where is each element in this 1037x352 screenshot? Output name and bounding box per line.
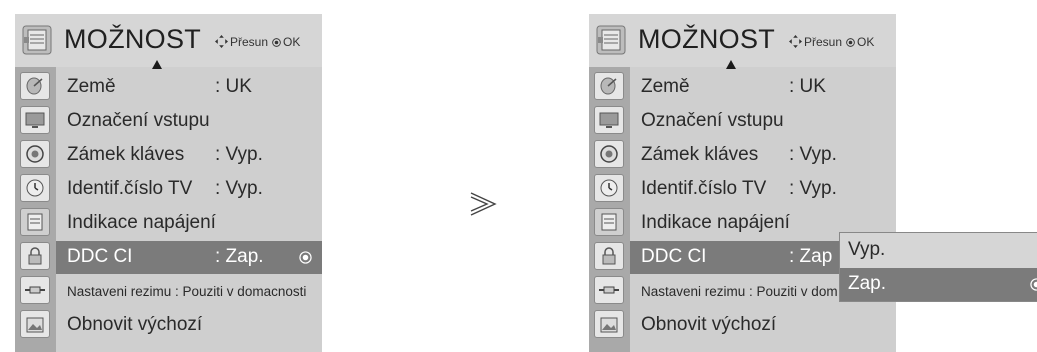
row-label: Identif.číslo TV	[641, 178, 767, 199]
menu-title-bar: MOŽNOST Přesun OK	[15, 14, 322, 67]
row-value: : Zap.	[215, 246, 264, 267]
next-step-chevron-icon	[470, 192, 497, 216]
row-label: Země	[67, 76, 116, 97]
photo-icon[interactable]	[20, 310, 50, 338]
photo-icon[interactable]	[594, 310, 624, 338]
category-icon-column	[589, 67, 630, 352]
menu-row-power-indicator[interactable]: Indikace napájení	[56, 207, 322, 240]
option-icon[interactable]	[20, 208, 50, 236]
menu-row-mode-setting[interactable]: Nastaveni rezimu : Pouziti v domacnosti	[56, 275, 322, 308]
row-label: Indikace napájení	[641, 212, 790, 233]
ok-button-icon	[272, 38, 281, 47]
row-label: Zámek kláves	[641, 144, 759, 165]
option-label: Zap.	[848, 273, 887, 294]
row-value: : Vyp.	[789, 178, 837, 199]
option-menu-icon	[22, 25, 52, 55]
row-label: Obnovit výchozí	[67, 314, 203, 335]
speaker-icon[interactable]	[20, 140, 50, 168]
menu-row-tv-id[interactable]: Identif.číslo TV : Vyp.	[56, 173, 322, 206]
ok-button-icon	[846, 38, 855, 47]
row-label: Identif.číslo TV	[67, 178, 193, 199]
option-icon[interactable]	[594, 208, 624, 236]
menu-title: MOŽNOST	[638, 24, 776, 54]
menu-row-country[interactable]: Země : UK	[630, 71, 896, 104]
row-label: Nastaveni rezimu : Pouziti v domacnosti	[67, 284, 307, 299]
row-label: Indikace napájení	[67, 212, 216, 233]
row-label: Obnovit výchozí	[641, 314, 777, 335]
row-value: : Zap	[789, 246, 833, 267]
hint-move-label: Přesun	[804, 35, 843, 49]
row-label: Označení vstupu	[641, 110, 784, 131]
row-label: Zámek kláves	[67, 144, 185, 165]
row-label: DDC CI	[67, 246, 133, 267]
row-label: Označení vstupu	[67, 110, 210, 131]
option-label: Vyp.	[848, 239, 886, 260]
input-cable-icon[interactable]	[594, 276, 624, 304]
dropdown-option-on[interactable]: Zap.	[840, 268, 1037, 301]
lock-icon[interactable]	[594, 242, 624, 270]
scroll-up-arrow-icon[interactable]	[152, 60, 162, 69]
menu-row-ddc-ci[interactable]: DDC CI : Zap.	[56, 241, 322, 274]
move-arrows-icon	[215, 35, 228, 48]
dropdown-option-off[interactable]: Vyp.	[840, 234, 1037, 267]
hint-ok-label: OK	[857, 35, 875, 49]
selected-radio-icon	[1030, 278, 1037, 291]
monitor-icon[interactable]	[20, 106, 50, 134]
monitor-icon[interactable]	[594, 106, 624, 134]
menu-row-factory-reset[interactable]: Obnovit výchozí	[630, 309, 896, 342]
menu-row-country[interactable]: Země : UK	[56, 71, 322, 104]
row-value: : Vyp.	[215, 144, 263, 165]
navigation-hint: Přesun OK	[215, 35, 300, 49]
option-menu-before: MOŽNOST Přesun OK Země: UK Označení vst…	[15, 14, 322, 352]
row-value: : UK	[215, 76, 252, 97]
menu-row-key-lock[interactable]: Zámek kláves : Vyp.	[630, 139, 896, 172]
row-label: Země	[641, 76, 690, 97]
hint-move-label: Přesun	[230, 35, 269, 49]
row-value: : Vyp.	[215, 178, 263, 199]
clock-icon[interactable]	[594, 174, 624, 202]
row-label: DDC CI	[641, 246, 707, 267]
menu-row-input-label[interactable]: Označení vstupu	[56, 105, 322, 138]
menu-row-factory-reset[interactable]: Obnovit výchozí	[56, 309, 322, 342]
scroll-up-arrow-icon[interactable]	[726, 60, 736, 69]
row-value: : UK	[789, 76, 826, 97]
move-arrows-icon	[789, 35, 802, 48]
navigation-hint: Přesun OK	[789, 35, 874, 49]
ddc-ci-dropdown: Vyp. Zap.	[839, 232, 1037, 302]
category-icon-column	[15, 67, 56, 352]
row-value: : Vyp.	[789, 144, 837, 165]
option-menu-icon	[596, 25, 626, 55]
lock-icon[interactable]	[20, 242, 50, 270]
input-cable-icon[interactable]	[20, 276, 50, 304]
selected-radio-icon	[299, 251, 312, 264]
speaker-icon[interactable]	[594, 140, 624, 168]
menu-row-input-label[interactable]: Označení vstupu	[630, 105, 896, 138]
row-label: Nastaveni rezimu : Pouziti v dom	[641, 284, 838, 299]
clock-icon[interactable]	[20, 174, 50, 202]
satellite-dish-icon[interactable]	[20, 72, 50, 100]
satellite-dish-icon[interactable]	[594, 72, 624, 100]
menu-title: MOŽNOST	[64, 24, 202, 54]
menu-row-key-lock[interactable]: Zámek kláves : Vyp.	[56, 139, 322, 172]
hint-ok-label: OK	[283, 35, 301, 49]
menu-title-bar: MOŽNOST Přesun OK	[589, 14, 896, 67]
menu-row-tv-id[interactable]: Identif.číslo TV : Vyp.	[630, 173, 896, 206]
